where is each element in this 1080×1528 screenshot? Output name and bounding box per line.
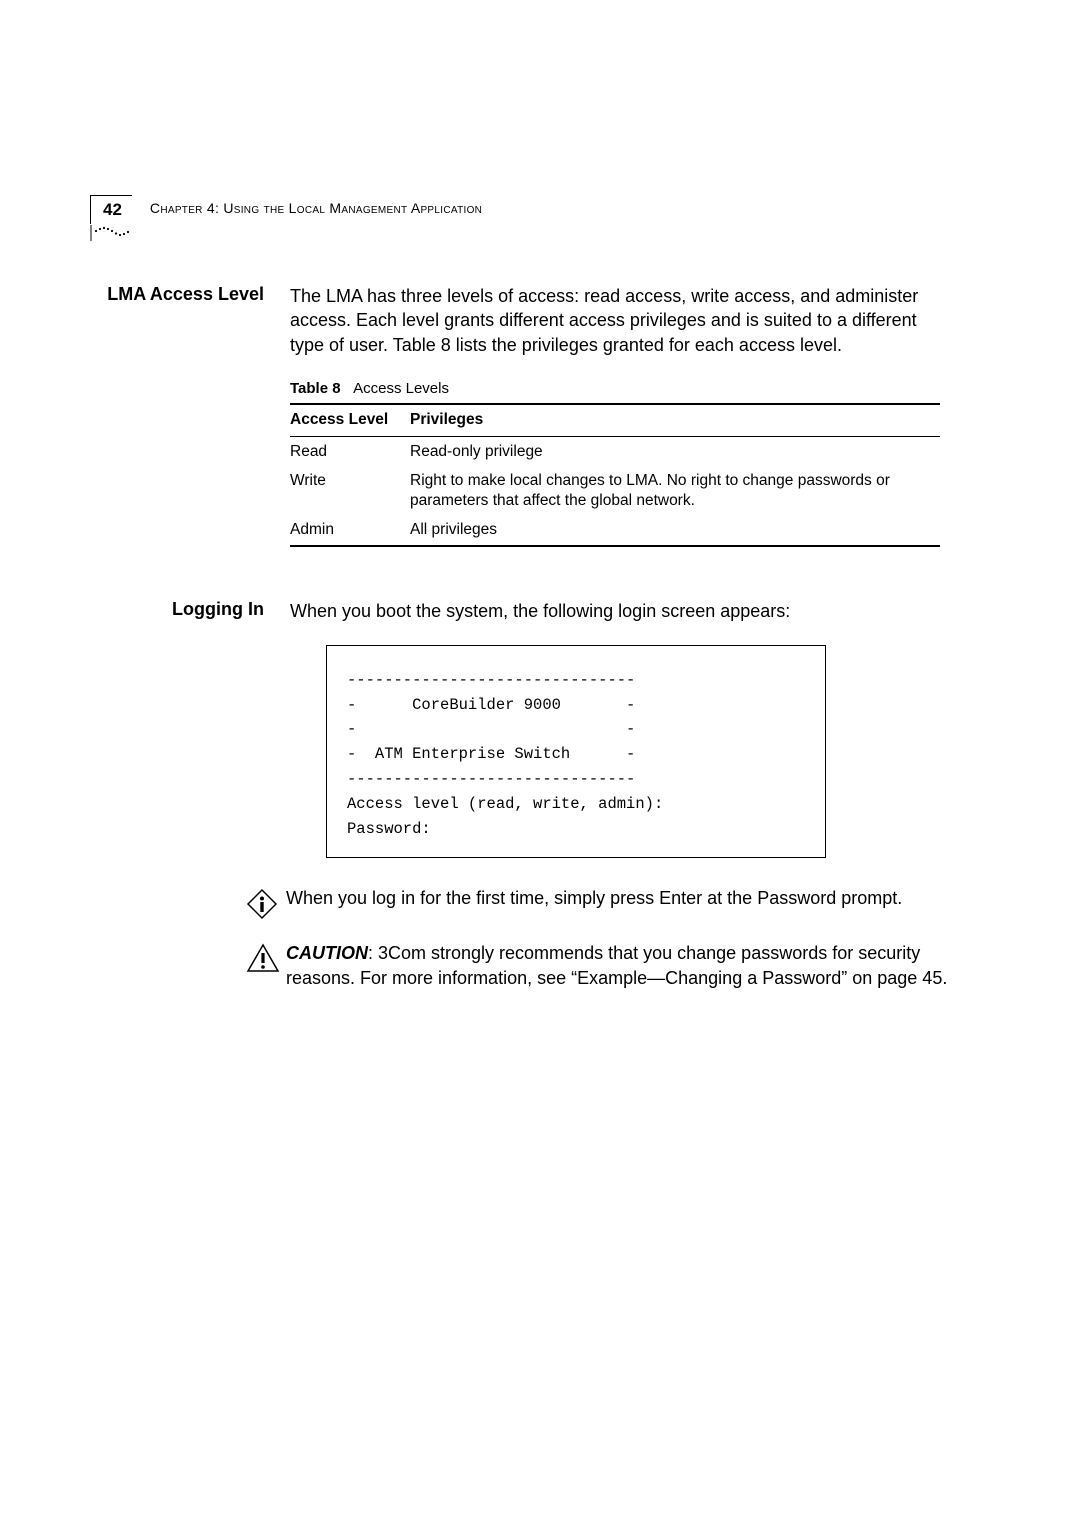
caution-body: : 3Com strongly recommends that you chan… <box>286 943 947 987</box>
section-logging-in: Logging In When you boot the system, the… <box>90 599 950 869</box>
table-cell-priv: Right to make local changes to LMA. No r… <box>410 466 940 515</box>
caution-icon <box>246 941 286 990</box>
info-icon <box>246 886 286 925</box>
info-note: When you log in for the first time, simp… <box>246 886 950 925</box>
page-decoration-dots <box>90 225 132 246</box>
caution-label: CAUTION <box>286 943 368 963</box>
table-cell-level: Read <box>290 437 410 467</box>
access-paragraph: The LMA has three levels of access: read… <box>290 284 940 357</box>
table-caption: Table 8 Access Levels <box>290 379 940 399</box>
table-caption-label: Table 8 <box>290 380 341 397</box>
logging-paragraph: When you boot the system, the following … <box>290 599 940 623</box>
table-row: Admin All privileges <box>290 515 940 545</box>
section-label-access: LMA Access Level <box>90 284 290 557</box>
table-cell-level: Admin <box>290 515 410 545</box>
section-body-logging: When you boot the system, the following … <box>290 599 950 869</box>
section-label-logging: Logging In <box>90 599 290 869</box>
caution-note-text: CAUTION: 3Com strongly recommends that y… <box>286 941 950 990</box>
section-lma-access: LMA Access Level The LMA has three level… <box>90 284 950 557</box>
table-header-priv: Privileges <box>410 404 940 436</box>
page-number: 42 <box>90 195 132 224</box>
login-screen-code: ------------------------------- - CoreBu… <box>326 645 826 859</box>
table-row: Read Read-only privilege <box>290 437 940 467</box>
table-header-level: Access Level <box>290 404 410 436</box>
access-levels-table: Access Level Privileges Read Read-only p… <box>290 403 940 546</box>
chapter-title-text: Chapter 4: Using the Local Management Ap… <box>150 200 482 216</box>
table-caption-text: Access Levels <box>353 380 449 397</box>
table-cell-level: Write <box>290 466 410 515</box>
table-cell-priv: Read-only privilege <box>410 437 940 467</box>
caution-note: CAUTION: 3Com strongly recommends that y… <box>246 941 950 990</box>
page-header: 42 Chapter 4: Using the Local Management… <box>90 195 950 224</box>
table-row: Write Right to make local changes to LMA… <box>290 466 940 515</box>
section-body-access: The LMA has three levels of access: read… <box>290 284 950 557</box>
info-note-text: When you log in for the first time, simp… <box>286 886 950 925</box>
table-cell-priv: All privileges <box>410 515 940 545</box>
chapter-title: Chapter 4: Using the Local Management Ap… <box>150 195 482 216</box>
